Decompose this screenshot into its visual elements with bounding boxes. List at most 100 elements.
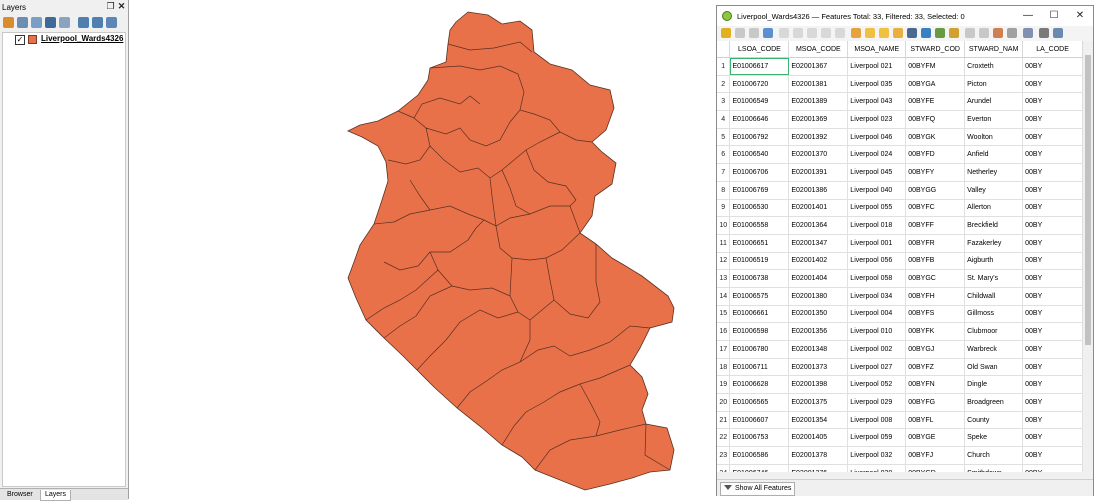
table-cell[interactable]: Clubmoor xyxy=(964,322,1024,341)
table-cell[interactable]: E02001392 xyxy=(788,128,849,147)
table-row[interactable]: 7 E01006706 E02001391 Liverpool 045 00BYFY Ne… xyxy=(717,163,1083,182)
row-number[interactable]: 16 xyxy=(717,322,731,341)
table-cell[interactable]: 00BYFB xyxy=(905,252,966,271)
table-row[interactable]: 20 E01006565 E02001375 Liverpool 029 00BYFG B… xyxy=(717,393,1083,412)
table-cell[interactable]: Liverpool 018 xyxy=(847,216,907,235)
table-row[interactable]: 16 E01006598 E02001356 Liverpool 010 00BYFK C… xyxy=(717,322,1083,341)
table-cell[interactable]: E01006780 xyxy=(729,340,790,359)
table-cell[interactable]: E02001402 xyxy=(788,252,849,271)
table-cell[interactable]: Liverpool 023 xyxy=(847,110,907,129)
table-cell[interactable]: 00BY xyxy=(1022,428,1083,448)
table-cell[interactable]: Liverpool 056 xyxy=(847,252,907,271)
table-cell[interactable]: E01006720 xyxy=(729,75,790,94)
table-cell[interactable]: 00BYFH xyxy=(905,287,966,306)
row-number[interactable]: 11 xyxy=(717,234,731,253)
table-cell[interactable]: E01006575 xyxy=(729,287,790,306)
table-cell[interactable]: Liverpool 004 xyxy=(847,305,907,324)
table-cell[interactable]: 00BYFG xyxy=(905,393,966,412)
attribute-grid[interactable]: LSOA_CODE MSOA_CODE MSOA_NAME STWARD_COD… xyxy=(717,41,1083,472)
table-cell[interactable]: Valley xyxy=(964,181,1024,200)
table-cell[interactable]: 00BYFF xyxy=(905,216,966,235)
table-cell[interactable]: Netherley xyxy=(964,163,1024,182)
collapse-all-icon[interactable] xyxy=(92,17,103,28)
table-cell[interactable]: 00BYFY xyxy=(905,163,966,182)
table-cell[interactable]: 00BYGA xyxy=(905,75,966,94)
table-row[interactable]: 17 E01006780 E02001348 Liverpool 002 00BYGJ W… xyxy=(717,340,1083,359)
row-number[interactable]: 14 xyxy=(717,287,731,306)
copy-icon[interactable] xyxy=(821,28,831,38)
table-cell[interactable]: 00BYFE xyxy=(905,92,966,112)
table-cell[interactable]: Liverpool 052 xyxy=(847,375,907,395)
table-cell[interactable]: 00BYFK xyxy=(905,322,966,341)
table-cell[interactable]: E02001350 xyxy=(788,305,849,324)
table-cell[interactable]: 00BYGC xyxy=(905,269,966,288)
conditional-formatting-icon[interactable] xyxy=(1023,28,1033,38)
table-cell[interactable]: Liverpool 029 xyxy=(847,393,907,412)
table-cell[interactable]: E02001389 xyxy=(788,92,849,112)
table-row[interactable]: 4 E01006646 E02001369 Liverpool 023 00BYFQ Ev… xyxy=(717,110,1083,129)
table-row[interactable]: 15 E01006661 E02001350 Liverpool 004 00BYFS G… xyxy=(717,305,1083,324)
table-cell[interactable]: E02001398 xyxy=(788,375,849,395)
vertical-scrollbar[interactable] xyxy=(1083,41,1093,472)
row-number[interactable]: 18 xyxy=(717,358,731,377)
table-cell[interactable]: E01006746 xyxy=(729,464,790,472)
toggle-editing-icon[interactable] xyxy=(721,28,731,38)
row-number[interactable]: 8 xyxy=(717,181,731,200)
table-cell[interactable]: Liverpool 021 xyxy=(847,57,907,76)
table-cell[interactable]: E02001376 xyxy=(788,464,849,472)
table-cell[interactable]: Allerton xyxy=(964,199,1024,218)
row-number[interactable]: 2 xyxy=(717,75,731,94)
table-cell[interactable]: E02001405 xyxy=(788,428,849,448)
table-cell[interactable]: E02001347 xyxy=(788,234,849,253)
layer-item[interactable]: ✓ Liverpool_Wards4326 xyxy=(3,33,125,46)
table-row[interactable]: 23 E01006586 E02001378 Liverpool 032 00BYFJ C… xyxy=(717,446,1083,465)
table-cell[interactable]: E01006769 xyxy=(729,181,790,200)
row-number[interactable]: 21 xyxy=(717,411,731,430)
table-cell[interactable]: 00BYGD xyxy=(905,464,966,472)
table-cell[interactable]: 00BY xyxy=(1022,163,1083,182)
manage-visibility-icon[interactable] xyxy=(31,17,42,28)
table-cell[interactable]: Everton xyxy=(964,110,1024,129)
table-cell[interactable]: E02001380 xyxy=(788,287,849,306)
table-row[interactable]: 18 E01006711 E02001373 Liverpool 027 00BYFZ O… xyxy=(717,358,1083,377)
table-cell[interactable]: 00BY xyxy=(1022,411,1083,430)
table-cell[interactable]: Liverpool 059 xyxy=(847,428,907,448)
table-row[interactable]: 13 E01006738 E02001404 Liverpool 058 00BYGC S… xyxy=(717,269,1083,288)
table-row[interactable]: 24E01006746E02001376Liverpool 03000BYGDS… xyxy=(717,464,1083,472)
table-cell[interactable]: E02001391 xyxy=(788,163,849,182)
table-cell[interactable]: Aigburth xyxy=(964,252,1024,271)
row-number[interactable]: 5 xyxy=(717,128,731,147)
table-cell[interactable]: Liverpool 035 xyxy=(847,75,907,94)
table-cell[interactable]: E01006646 xyxy=(729,110,790,129)
table-cell[interactable]: E01006651 xyxy=(729,234,790,253)
row-number[interactable]: 23 xyxy=(717,446,731,465)
filter-expression-icon[interactable] xyxy=(59,17,70,28)
table-row[interactable]: 1 E01006617 E02001367 Liverpool 021 00BYFM Cr… xyxy=(717,57,1083,76)
expand-all-icon[interactable] xyxy=(78,17,89,28)
table-cell[interactable]: Liverpool 008 xyxy=(847,411,907,430)
row-number[interactable]: 6 xyxy=(717,145,731,165)
table-cell[interactable]: E01006558 xyxy=(729,216,790,235)
layer-visibility-checkbox[interactable]: ✓ xyxy=(15,35,25,45)
table-cell[interactable]: 00BY xyxy=(1022,181,1083,200)
table-cell[interactable]: 00BYFZ xyxy=(905,358,966,377)
table-cell[interactable]: E02001356 xyxy=(788,322,849,341)
table-cell[interactable]: 00BY xyxy=(1022,269,1083,288)
table-cell[interactable]: Liverpool 046 xyxy=(847,128,907,147)
table-cell[interactable]: Liverpool 027 xyxy=(847,358,907,377)
new-field-icon[interactable] xyxy=(965,28,975,38)
table-cell[interactable]: Smithdown xyxy=(964,464,1024,472)
table-cell[interactable]: E02001373 xyxy=(788,358,849,377)
close-panel-icon[interactable]: ✕ xyxy=(117,2,126,11)
table-cell[interactable]: E02001401 xyxy=(788,199,849,218)
table-cell[interactable]: E02001378 xyxy=(788,446,849,465)
row-number[interactable]: 4 xyxy=(717,110,731,129)
table-row[interactable]: 21 E01006607 E02001354 Liverpool 008 00BYFL C… xyxy=(717,411,1083,430)
table-row[interactable]: 19 E01006628 E02001398 Liverpool 052 00BYFN D… xyxy=(717,375,1083,395)
table-cell[interactable]: 00BYFR xyxy=(905,234,966,253)
table-cell[interactable]: 00BYGG xyxy=(905,181,966,200)
style-manager-icon[interactable] xyxy=(3,17,14,28)
table-cell[interactable]: E01006519 xyxy=(729,252,790,271)
table-cell[interactable]: E01006738 xyxy=(729,269,790,288)
table-cell[interactable]: Liverpool 055 xyxy=(847,199,907,218)
